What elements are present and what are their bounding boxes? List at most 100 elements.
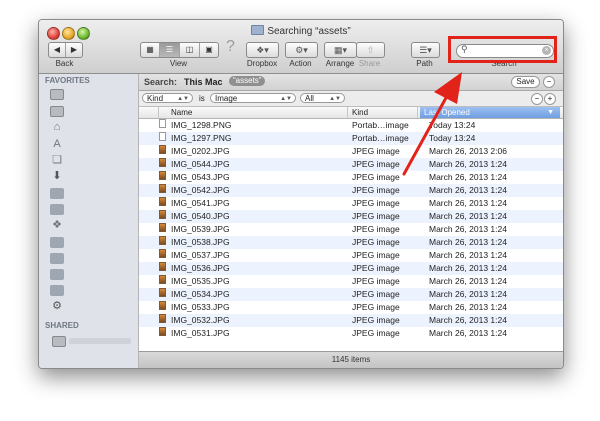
add-criteria-button[interactable]: + xyxy=(544,93,556,105)
file-last-opened: March 26, 2013 1:24 xyxy=(429,250,507,260)
jpeg-file-icon xyxy=(159,262,166,271)
arrange-button[interactable]: ▦▾ xyxy=(324,42,357,58)
file-list: IMG_1298.PNG Portab…image Today 13:24 IMG_1… xyxy=(139,119,563,340)
file-last-opened: March 26, 2013 2:06 xyxy=(429,146,507,156)
file-name: IMG_0531.JPG xyxy=(171,328,230,338)
file-row[interactable]: IMG_0544.JPG JPEG image March 26, 2013 1:2… xyxy=(139,158,563,171)
back-button[interactable]: ◀ xyxy=(49,43,66,57)
folder-icon[interactable] xyxy=(50,204,64,215)
folder-icon[interactable] xyxy=(50,253,64,264)
jpeg-file-icon xyxy=(159,288,166,297)
file-name: IMG_0534.JPG xyxy=(171,289,230,299)
file-row[interactable]: IMG_0534.JPG JPEG image March 26, 2013 1:2… xyxy=(139,288,563,301)
documents-icon[interactable]: ❏ xyxy=(50,154,64,166)
file-name: IMG_0539.JPG xyxy=(171,224,230,234)
file-last-opened: March 26, 2013 1:24 xyxy=(429,185,507,195)
dropbox-icon[interactable]: ❖ xyxy=(50,219,64,231)
criteria-subvalue-popup[interactable]: All ▲▼ xyxy=(300,93,345,103)
file-last-opened: March 26, 2013 1:24 xyxy=(429,276,507,286)
folder-icon[interactable] xyxy=(50,188,64,199)
file-kind: JPEG image xyxy=(352,159,400,169)
file-row[interactable]: IMG_0542.JPG JPEG image March 26, 2013 1:2… xyxy=(139,184,563,197)
file-row[interactable]: IMG_0532.JPG JPEG image March 26, 2013 1:2… xyxy=(139,314,563,327)
downloads-icon[interactable]: ⬇ xyxy=(50,170,64,182)
file-kind: JPEG image xyxy=(352,250,400,260)
popup-arrows-icon: ▲▼ xyxy=(177,96,189,102)
help-icon[interactable]: ? xyxy=(226,38,235,56)
scope-this-mac[interactable]: This Mac xyxy=(184,77,223,87)
criteria-bar: Kind ▲▼ is Image ▲▼ All ▲▼ − + xyxy=(139,91,563,107)
criteria-attribute-popup[interactable]: Kind ▲▼ xyxy=(142,93,193,103)
file-row[interactable]: IMG_0538.JPG JPEG image March 26, 2013 1:2… xyxy=(139,236,563,249)
jpeg-file-icon xyxy=(159,197,166,206)
file-kind: JPEG image xyxy=(352,328,400,338)
file-kind: Portab…image xyxy=(352,133,409,143)
file-row[interactable]: IMG_0539.JPG JPEG image March 26, 2013 1:2… xyxy=(139,223,563,236)
file-last-opened: March 26, 2013 1:24 xyxy=(429,315,507,325)
file-kind: JPEG image xyxy=(352,315,400,325)
finder-window: Searching “assets” ◀ ▶ Back ▦ ☰ ◫ ▣ View ? ❖… xyxy=(38,19,564,369)
file-row[interactable]: IMG_0541.JPG JPEG image March 26, 2013 1:2… xyxy=(139,197,563,210)
disk-icon[interactable] xyxy=(50,106,64,117)
jpeg-file-icon xyxy=(159,249,166,258)
file-row[interactable]: IMG_0533.JPG JPEG image March 26, 2013 1:2… xyxy=(139,301,563,314)
share-button[interactable]: ⇧ xyxy=(356,42,385,58)
icon-view-button[interactable]: ▦ xyxy=(141,43,160,57)
file-row[interactable]: IMG_0540.JPG JPEG image March 26, 2013 1:2… xyxy=(139,210,563,223)
folder-icon[interactable] xyxy=(50,285,64,296)
column-spacer xyxy=(139,107,159,118)
file-last-opened: March 26, 2013 1:24 xyxy=(429,302,507,312)
file-name: IMG_0532.JPG xyxy=(171,315,230,325)
file-row[interactable]: IMG_1298.PNG Portab…image Today 13:24 xyxy=(139,119,563,132)
file-row[interactable]: IMG_0535.JPG JPEG image March 26, 2013 1:2… xyxy=(139,275,563,288)
file-row[interactable]: IMG_0537.JPG JPEG image March 26, 2013 1:2… xyxy=(139,249,563,262)
file-last-opened: March 26, 2013 1:24 xyxy=(429,159,507,169)
applications-icon[interactable]: A xyxy=(50,138,64,150)
jpeg-file-icon xyxy=(159,223,166,232)
remove-scope-button[interactable]: − xyxy=(543,76,555,88)
shared-header: SHARED xyxy=(45,321,79,330)
gear-icon[interactable]: ⚙ xyxy=(50,300,64,312)
scope-assets-token[interactable]: “assets” xyxy=(229,76,266,86)
file-row[interactable]: IMG_0543.JPG JPEG image March 26, 2013 1:2… xyxy=(139,171,563,184)
network-computer-icon[interactable] xyxy=(52,336,66,347)
home-icon[interactable]: ⌂ xyxy=(50,121,64,133)
path-button[interactable]: ☰▾ xyxy=(411,42,440,58)
file-kind: JPEG image xyxy=(352,198,400,208)
kind-column-header[interactable]: Kind xyxy=(348,107,418,118)
popup-arrows-icon: ▲▼ xyxy=(329,96,341,102)
file-row[interactable]: IMG_0202.JPG JPEG image March 26, 2013 2:0… xyxy=(139,145,563,158)
file-name: IMG_0542.JPG xyxy=(171,185,230,195)
action-button[interactable]: ⚙▾ xyxy=(285,42,318,58)
save-search-button[interactable]: Save xyxy=(511,76,540,88)
file-row[interactable]: IMG_0536.JPG JPEG image March 26, 2013 1:2… xyxy=(139,262,563,275)
dropbox-button[interactable]: ❖▾ xyxy=(246,42,279,58)
folder-icon[interactable] xyxy=(50,237,64,248)
dropbox-label: Dropbox xyxy=(246,59,278,68)
remove-criteria-button[interactable]: − xyxy=(531,93,543,105)
list-view-button[interactable]: ☰ xyxy=(160,43,180,57)
file-name: IMG_1298.PNG xyxy=(171,120,232,130)
coverflow-view-button[interactable]: ▣ xyxy=(200,43,218,57)
file-last-opened: March 26, 2013 1:24 xyxy=(429,263,507,273)
view-control[interactable]: ▦ ☰ ◫ ▣ xyxy=(140,42,219,58)
column-view-button[interactable]: ◫ xyxy=(180,43,200,57)
jpeg-file-icon xyxy=(159,314,166,323)
file-last-opened: Today 13:24 xyxy=(429,133,476,143)
file-row[interactable]: IMG_0531.JPG JPEG image March 26, 2013 1:2… xyxy=(139,327,563,340)
criteria-value-popup[interactable]: Image ▲▼ xyxy=(210,93,296,103)
folder-icon[interactable] xyxy=(50,269,64,280)
back-forward-control[interactable]: ◀ ▶ xyxy=(48,42,83,58)
name-column-header[interactable]: Name xyxy=(159,107,348,118)
file-last-opened: March 26, 2013 1:24 xyxy=(429,198,507,208)
forward-button[interactable]: ▶ xyxy=(66,43,82,57)
png-file-icon xyxy=(159,132,166,141)
shared-item-label[interactable] xyxy=(69,338,131,344)
png-file-icon xyxy=(159,119,166,128)
jpeg-file-icon xyxy=(159,236,166,245)
file-last-opened: March 26, 2013 1:24 xyxy=(429,237,507,247)
file-row[interactable]: IMG_1297.PNG Portab…image Today 13:24 xyxy=(139,132,563,145)
last-opened-column-header[interactable]: Last Opened ▼ xyxy=(420,107,560,118)
jpeg-file-icon xyxy=(159,171,166,180)
disk-icon[interactable] xyxy=(50,89,64,100)
